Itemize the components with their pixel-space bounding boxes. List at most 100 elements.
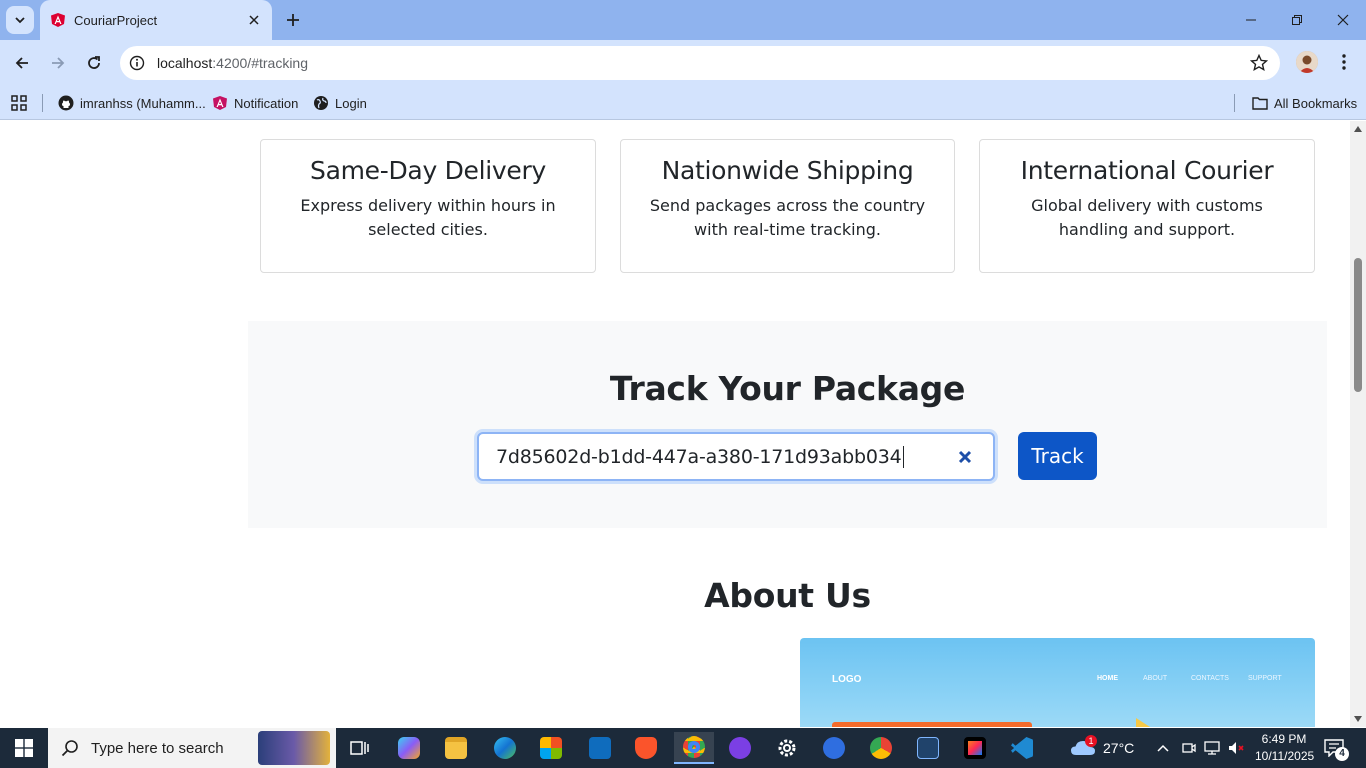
apps-button[interactable] bbox=[11, 91, 33, 115]
service-description: Global delivery with customs handling an… bbox=[1031, 196, 1263, 239]
taskbar-store[interactable] bbox=[531, 732, 571, 764]
task-view-icon bbox=[350, 741, 369, 755]
taskbar-edge[interactable] bbox=[485, 732, 525, 764]
notification-center-button[interactable]: 4 bbox=[1324, 728, 1349, 768]
forward-button[interactable] bbox=[43, 48, 73, 78]
text-caret bbox=[902, 445, 904, 468]
start-button[interactable] bbox=[0, 728, 48, 768]
taskbar-clock[interactable]: 6:49 PM 10/11/2025 bbox=[1255, 731, 1315, 765]
tray-network[interactable] bbox=[1204, 728, 1222, 768]
globe-icon bbox=[314, 96, 328, 110]
tray-overflow[interactable] bbox=[1156, 728, 1170, 768]
about-image-nav: HOME bbox=[1097, 675, 1118, 682]
taskbar-app-a[interactable] bbox=[814, 732, 854, 764]
new-tab-button[interactable] bbox=[280, 7, 306, 33]
profile-avatar[interactable] bbox=[1296, 51, 1318, 73]
taskbar-mysql-workbench[interactable] bbox=[908, 732, 948, 764]
windows-taskbar: Type here to search 1 27°C 6:49 PM 10/11… bbox=[0, 728, 1366, 768]
chevron-down-icon bbox=[15, 17, 25, 24]
bookmark-label: Notification bbox=[234, 95, 299, 111]
back-button[interactable] bbox=[7, 48, 37, 78]
about-image-nav: CONTACTS bbox=[1191, 675, 1229, 682]
chevron-up-icon bbox=[1157, 744, 1169, 752]
clock-date: 10/11/2025 bbox=[1255, 749, 1315, 763]
bookmark-label: imranhss (Muhamm... bbox=[80, 95, 206, 111]
bookmark-notification[interactable]: Notification bbox=[212, 91, 298, 115]
tab-strip: CouriarProject bbox=[0, 0, 1366, 40]
chrome-icon bbox=[683, 736, 705, 758]
address-bar[interactable]: localhost:4200/#tracking bbox=[120, 46, 1280, 80]
taskbar-copilot[interactable] bbox=[389, 732, 429, 764]
about-image-logo: LOGO bbox=[832, 674, 862, 685]
copilot-icon bbox=[398, 737, 420, 759]
angular-icon bbox=[213, 96, 227, 110]
weather-badge: 1 bbox=[1085, 735, 1097, 747]
bookmark-github[interactable]: imranhss (Muhamm... bbox=[58, 91, 206, 115]
about-image-nav: SUPPORT bbox=[1248, 675, 1282, 682]
edge-icon bbox=[494, 737, 516, 759]
close-icon bbox=[1337, 14, 1349, 26]
all-bookmarks-label: All Bookmarks bbox=[1274, 95, 1358, 111]
plus-icon bbox=[287, 14, 299, 26]
notification-count: 4 bbox=[1335, 747, 1349, 761]
scroll-up-icon[interactable] bbox=[1353, 124, 1363, 134]
bookmarks-divider bbox=[1234, 94, 1235, 112]
service-title: Nationwide Shipping bbox=[661, 156, 914, 185]
reload-button[interactable] bbox=[79, 48, 109, 78]
browser-toolbar: localhost:4200/#tracking bbox=[0, 40, 1366, 86]
clear-input-icon[interactable] bbox=[955, 447, 975, 467]
tray-volume-muted[interactable] bbox=[1228, 728, 1246, 768]
camera-icon bbox=[1182, 743, 1196, 753]
browser-menu-button[interactable] bbox=[1332, 49, 1356, 75]
service-card-international: International Courier Global delivery wi… bbox=[979, 139, 1315, 273]
bookmark-star-icon[interactable] bbox=[1248, 52, 1270, 74]
taskbar-chrome[interactable] bbox=[861, 732, 901, 764]
taskbar-outlook[interactable] bbox=[580, 732, 620, 764]
task-view-button[interactable] bbox=[340, 732, 380, 764]
tray-meet-now[interactable] bbox=[1182, 728, 1196, 768]
a-app-icon bbox=[823, 737, 845, 759]
tab-search-button[interactable] bbox=[6, 6, 34, 34]
scroll-down-icon[interactable] bbox=[1353, 714, 1363, 724]
taskbar-intellij[interactable] bbox=[955, 732, 995, 764]
folder-icon bbox=[445, 737, 467, 759]
close-tab-icon[interactable] bbox=[242, 8, 266, 32]
bookmark-login[interactable]: Login bbox=[313, 91, 367, 115]
restore-icon bbox=[1292, 15, 1302, 25]
gear-icon bbox=[778, 739, 796, 757]
close-window-button[interactable] bbox=[1320, 0, 1366, 40]
tracking-id-value: 7d85602d-b1dd-447a-a380-171d93abb034 bbox=[496, 445, 902, 468]
all-bookmarks-button[interactable]: All Bookmarks bbox=[1252, 91, 1357, 115]
service-card-same-day: Same-Day Delivery Express delivery withi… bbox=[260, 139, 596, 273]
page-scrollbar[interactable] bbox=[1350, 121, 1366, 727]
restore-button[interactable] bbox=[1274, 0, 1320, 40]
bookmarks-divider bbox=[42, 94, 43, 112]
weather-widget[interactable]: 1 27°C bbox=[1070, 728, 1134, 768]
minimize-icon bbox=[1246, 19, 1256, 21]
tab-title: CouriarProject bbox=[74, 12, 158, 28]
taskbar-brave[interactable] bbox=[626, 732, 666, 764]
service-title: Same-Day Delivery bbox=[310, 156, 546, 185]
taskbar-vscode[interactable] bbox=[1002, 732, 1042, 764]
taskbar-file-explorer[interactable] bbox=[436, 732, 476, 764]
service-card-nationwide: Nationwide Shipping Send packages across… bbox=[620, 139, 955, 273]
scroll-thumb[interactable] bbox=[1354, 258, 1362, 392]
taskbar-github-desktop[interactable] bbox=[720, 732, 760, 764]
about-image: LOGO HOME ABOUT CONTACTS SUPPORT bbox=[800, 638, 1315, 727]
arrow-left-icon bbox=[15, 57, 28, 69]
track-button[interactable]: Track bbox=[1018, 432, 1097, 480]
tracking-id-input[interactable]: 7d85602d-b1dd-447a-a380-171d93abb034 bbox=[477, 432, 995, 481]
taskbar-settings[interactable] bbox=[767, 732, 807, 764]
search-icon bbox=[61, 740, 78, 757]
site-info-icon[interactable] bbox=[126, 52, 148, 74]
taskbar-search-box[interactable]: Type here to search bbox=[48, 728, 336, 768]
taskbar-chrome-active[interactable] bbox=[674, 732, 714, 764]
taskbar-search-placeholder: Type here to search bbox=[91, 739, 224, 757]
url-text: localhost:4200/#tracking bbox=[157, 55, 308, 71]
outlook-icon bbox=[589, 737, 611, 759]
browser-tab[interactable]: CouriarProject bbox=[40, 0, 272, 40]
volume-muted-icon bbox=[1229, 742, 1244, 754]
about-image-headline-shape bbox=[832, 722, 1032, 727]
service-description: Send packages across the country with re… bbox=[649, 196, 926, 239]
minimize-button[interactable] bbox=[1228, 0, 1274, 40]
